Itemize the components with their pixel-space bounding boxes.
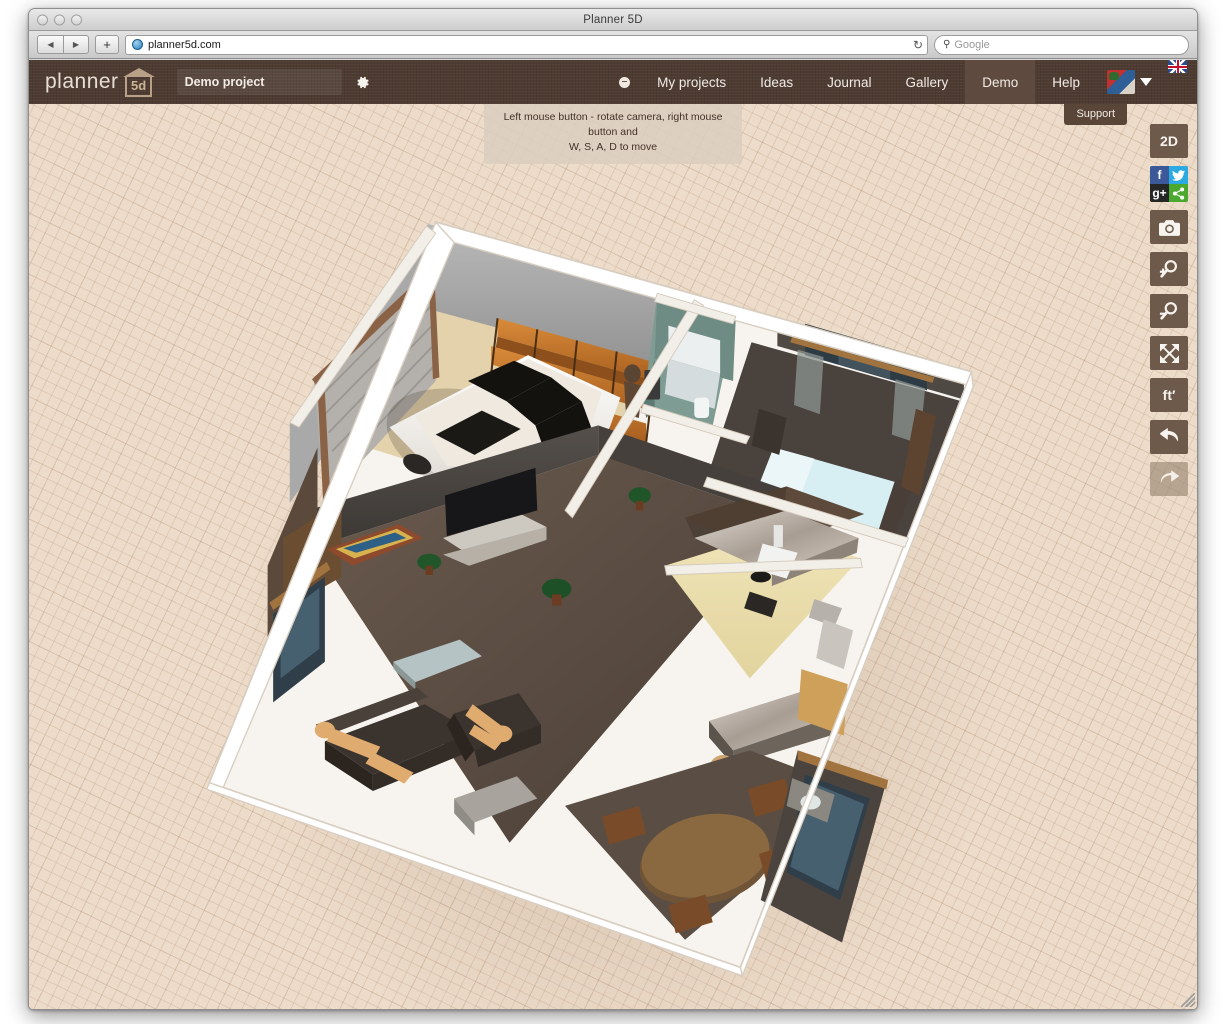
zoom-in-icon [1159,259,1179,279]
new-tab-button[interactable]: + [95,35,119,54]
hint-line-1: Left mouse button - rotate camera, right… [494,110,732,140]
house-3d-model[interactable] [29,104,1197,1009]
twitter-icon[interactable] [1169,166,1188,184]
app-header: planner 5d Demo project My p [29,60,1197,104]
main-navigation: My projects Ideas Journal Gallery Demo H… [613,60,1197,104]
nav-item-my-projects[interactable]: My projects [640,60,743,104]
avatar[interactable] [1107,70,1135,94]
redo-button[interactable] [1150,462,1188,496]
address-bar[interactable]: planner5d.com ↻ [125,35,928,55]
hint-line-2: W, S, A, D to move [494,140,732,155]
zoom-in-button[interactable] [1150,252,1188,286]
project-name-text: Demo project [185,75,265,89]
expand-icon [1160,344,1179,363]
social-share-buttons[interactable]: f g+ [1150,166,1188,202]
scene-viewport-3d[interactable]: Left mouse button - rotate camera, right… [29,104,1197,1009]
browser-window: Planner 5D ◀ ▶ + planner5d.com ↻ ⚲ Googl… [28,8,1198,1010]
minimize-window-button[interactable] [54,14,65,25]
search-icon: ⚲ [943,39,950,50]
logo-wordmark: planner [45,70,119,94]
search-placeholder: Google [954,39,989,51]
nav-item-journal[interactable]: Journal [810,60,888,104]
share-icon[interactable] [1169,184,1188,202]
chevron-down-icon[interactable] [1140,78,1152,86]
redo-icon [1159,470,1180,489]
reload-icon[interactable]: ↻ [913,39,923,51]
close-window-button[interactable] [37,14,48,25]
navigation-buttons: ◀ ▶ [37,35,89,54]
fullscreen-button[interactable] [1150,336,1188,370]
screenshot-button[interactable] [1150,210,1188,244]
nav-item-demo[interactable]: Demo [965,60,1035,104]
back-button[interactable]: ◀ [37,35,63,54]
camera-icon [1159,219,1180,236]
planner5d-logo[interactable]: planner 5d [29,67,155,97]
view-2d-button[interactable]: 2D [1150,124,1188,158]
camera-controls-hint: Left mouse button - rotate camera, right… [484,104,742,164]
search-input[interactable]: ⚲ Google [934,35,1189,55]
googleplus-icon[interactable]: g+ [1150,184,1169,202]
browser-toolbar: ◀ ▶ + planner5d.com ↻ ⚲ Google [29,31,1197,59]
project-name-field[interactable]: Demo project [177,69,342,95]
nav-item-help[interactable]: Help [1035,60,1097,104]
notifications-icon[interactable] [619,77,630,88]
browser-title-bar: Planner 5D [29,9,1197,31]
flag-stripe-v [1177,60,1179,73]
window-title: Planner 5D [583,14,643,26]
forward-button[interactable]: ▶ [63,35,89,54]
web-page: planner 5d Demo project My p [29,60,1197,1009]
logo-house-body: 5d [125,76,152,97]
gear-icon[interactable] [352,71,374,93]
logo-house-icon: 5d [123,67,155,97]
user-menu[interactable] [1097,60,1160,104]
maximize-window-button[interactable] [71,14,82,25]
nav-item-ideas[interactable]: Ideas [743,60,810,104]
window-resize-grip[interactable] [1181,993,1195,1007]
url-text: planner5d.com [148,39,221,51]
logo-roof-shape [123,68,155,77]
support-tab[interactable]: Support [1064,104,1127,125]
zoom-out-button[interactable] [1150,294,1188,328]
undo-button[interactable] [1150,420,1188,454]
logo-badge-text: 5d [131,79,146,92]
language-flag-icon[interactable] [1168,60,1187,73]
zoom-out-icon [1159,301,1179,321]
units-button[interactable]: ft′ [1150,378,1188,412]
undo-icon [1159,428,1180,447]
nav-item-gallery[interactable]: Gallery [888,60,965,104]
facebook-icon[interactable]: f [1150,166,1169,184]
site-globe-icon [132,39,143,50]
tool-rail: 2D f g+ [1150,124,1188,496]
window-controls[interactable] [37,14,82,25]
